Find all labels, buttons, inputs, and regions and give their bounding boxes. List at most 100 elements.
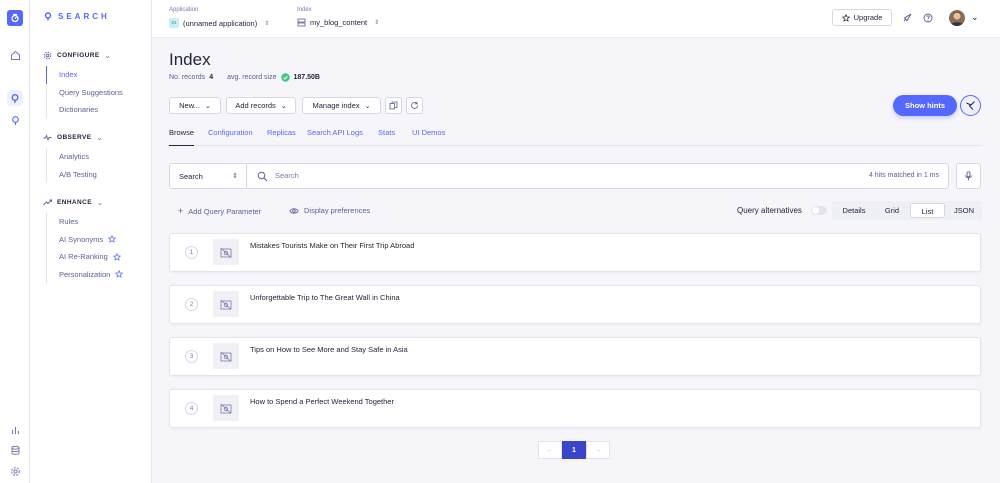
upgrade-button[interactable]: Upgrade [832, 9, 892, 26]
enhance-list: Rules AI Synonyms AI Re-Ranking Personal… [46, 213, 124, 284]
manage-index-button[interactable]: Manage index ⌄ [302, 97, 381, 114]
pagination: ← 1 → [538, 441, 612, 459]
refresh-button[interactable] [406, 97, 423, 114]
sidebar-item-ai-synonyms[interactable]: AI Synonyms [47, 231, 123, 249]
new-label: New... [179, 101, 200, 110]
result-card[interactable]: 3 Tips on How to See More and Stay Safe … [169, 337, 981, 376]
settings-gear-icon[interactable] [7, 463, 23, 479]
sidebar-item-index[interactable]: Index [46, 66, 123, 84]
algolia-logo-icon[interactable] [7, 10, 23, 26]
sidebar-item-dictionaries[interactable]: Dictionaries [47, 101, 123, 119]
user-avatar[interactable] [949, 10, 965, 26]
rocket-icon[interactable] [902, 12, 913, 25]
upgrade-label: Upgrade [853, 13, 883, 22]
eye-icon [289, 207, 299, 214]
display-preferences-button[interactable]: Display preferences [289, 206, 370, 215]
application-selector[interactable]: 01 (unnamed application) ⇕ [169, 18, 269, 28]
search-mode-value: Search [179, 171, 203, 181]
next-page-button[interactable]: → [586, 441, 610, 459]
tab-configuration[interactable]: Configuration [208, 128, 253, 146]
hints-assistant-icon[interactable] [960, 95, 981, 116]
configure-gear-icon [43, 51, 52, 60]
no-image-icon [213, 291, 239, 317]
records-label: No. records [169, 74, 206, 81]
tab-stats[interactable]: Stats [378, 128, 395, 146]
data-sources-icon[interactable] [7, 442, 23, 458]
sidebar-item-ab-testing[interactable]: A/B Testing [47, 166, 97, 184]
analytics-icon[interactable] [7, 422, 23, 438]
chevron-down-icon: ⌄ [204, 102, 211, 110]
tab-browse[interactable]: Browse [169, 128, 195, 146]
brand[interactable]: SEARCH [44, 12, 110, 21]
view-switcher: Details Grid List JSON [832, 201, 982, 220]
chevron-down-icon: ⌄ [280, 102, 287, 110]
trend-up-icon [43, 199, 52, 206]
result-title: Tips on How to See More and Stay Safe in… [250, 345, 408, 354]
icon-rail [0, 0, 30, 483]
check-circle-icon [280, 73, 290, 82]
chevron-down-icon: ⌄ [96, 134, 103, 142]
avg-size-value: 187.50B [293, 74, 320, 81]
view-list[interactable]: List [910, 203, 945, 218]
star-icon [108, 235, 117, 244]
show-hints-button[interactable]: Show hints [893, 95, 957, 116]
index-stack-icon [297, 18, 306, 27]
updown-chevron-icon: ⇕ [374, 20, 380, 26]
result-number: 1 [185, 246, 198, 259]
search-mode-select[interactable]: Search ⇕ [170, 164, 247, 188]
section-title: CONFIGURE [57, 52, 100, 59]
index-label: Index [297, 7, 312, 13]
application-label: Application [169, 7, 199, 13]
brand-name: SEARCH [58, 12, 110, 21]
no-image-icon [213, 395, 239, 421]
index-selector[interactable]: my_blog_content ⇕ [297, 18, 379, 27]
result-number: 2 [185, 298, 198, 311]
result-card[interactable]: 4 How to Spend a Perfect Weekend Togethe… [169, 389, 981, 428]
search-input[interactable]: Search [275, 164, 299, 188]
section-enhance[interactable]: ENHANCE ⌄ [43, 198, 103, 207]
result-card[interactable]: 1 Mistakes Tourists Make on Their First … [169, 233, 981, 272]
view-grid[interactable]: Grid [874, 203, 910, 218]
view-details[interactable]: Details [836, 203, 872, 218]
sidebar-item-personalization[interactable]: Personalization [47, 266, 124, 284]
section-configure[interactable]: CONFIGURE ⌄ [43, 51, 111, 60]
home-icon[interactable] [7, 47, 23, 63]
new-button[interactable]: New... ⌄ [169, 97, 221, 114]
index-meta: No. records 4 avg. record size 187.50B [169, 73, 320, 82]
sidebar-item-analytics[interactable]: Analytics [47, 148, 97, 166]
updown-chevron-icon: ⇕ [264, 20, 270, 27]
prev-page-button[interactable]: ← [538, 441, 562, 459]
no-image-icon [213, 343, 239, 369]
result-card[interactable]: 2 Unforgettable Trip to The Great Wall i… [169, 285, 981, 324]
chevron-down-icon: ⌄ [104, 52, 111, 60]
sidebar: SEARCH CONFIGURE ⌄ Index Query Suggestio… [30, 0, 152, 483]
sidebar-item-ai-re-ranking[interactable]: AI Re-Ranking [47, 248, 123, 266]
index-tabs: Browse Configuration Replicas Search API… [169, 128, 981, 146]
help-icon[interactable] [923, 13, 933, 25]
page-1-button[interactable]: 1 [562, 441, 586, 459]
index-name: my_blog_content [310, 18, 368, 27]
search-logo-icon [44, 12, 52, 21]
tab-search-api-logs[interactable]: Search API Logs [307, 128, 363, 146]
add-records-button[interactable]: Add records ⌄ [226, 97, 296, 114]
nav-label: AI Re-Ranking [59, 252, 108, 261]
add-query-parameter-button[interactable]: + Add Query Parameter [178, 206, 261, 216]
view-json[interactable]: JSON [946, 203, 982, 218]
result-title: Unforgettable Trip to The Great Wall in … [250, 293, 400, 302]
voice-search-button[interactable] [956, 163, 981, 189]
query-alternatives-toggle[interactable] [811, 206, 827, 215]
search-product-icon[interactable] [7, 90, 23, 106]
section-observe[interactable]: OBSERVE ⌄ [43, 133, 103, 142]
refresh-icon [411, 101, 418, 109]
tab-replicas[interactable]: Replicas [267, 128, 296, 146]
star-icon [841, 13, 850, 22]
sidebar-item-query-suggestions[interactable]: Query Suggestions [47, 84, 123, 102]
section-title: ENHANCE [57, 199, 92, 206]
sidebar-item-rules[interactable]: Rules [47, 213, 123, 231]
tab-ui-demos[interactable]: UI Demos [412, 128, 445, 146]
recommend-icon[interactable] [7, 112, 23, 128]
no-image-icon [213, 239, 239, 265]
copy-button[interactable] [385, 97, 402, 114]
page-title: Index [169, 50, 211, 69]
chevron-down-icon[interactable]: ⌄ [971, 12, 979, 23]
